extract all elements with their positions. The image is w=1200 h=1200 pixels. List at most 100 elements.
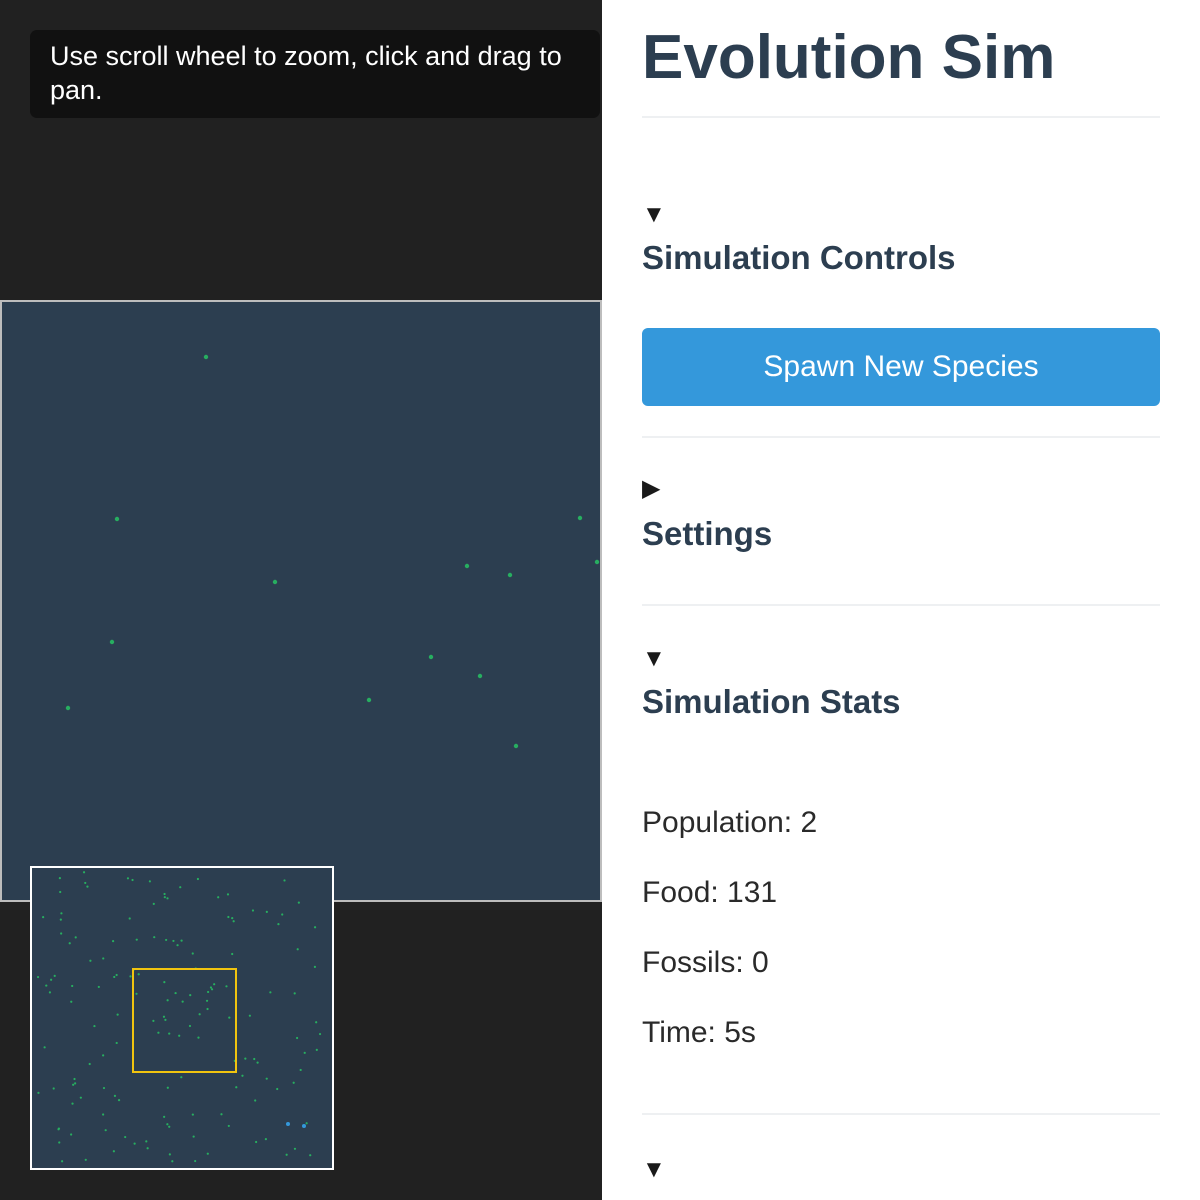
minimap-food-particle <box>163 1115 166 1118</box>
section-title-simulation-stats[interactable]: Simulation Stats <box>642 682 901 722</box>
minimap-food-particle <box>220 1113 223 1116</box>
minimap-food-particle <box>163 892 166 896</box>
minimap-food-particle <box>227 915 230 919</box>
minimap-food-particle <box>174 991 177 995</box>
minimap-food-particle <box>42 915 45 919</box>
minimap-food-particle <box>137 973 140 976</box>
minimap-food-particle <box>48 991 52 994</box>
minimap-food-particle <box>58 877 61 880</box>
minimap-food-particle <box>313 926 317 929</box>
minimap-food-particle <box>181 1000 184 1003</box>
minimap-food-particle <box>70 1133 73 1136</box>
minimap-food-particle <box>162 1015 166 1018</box>
section-title-simulation-controls[interactable]: Simulation Controls <box>642 238 956 278</box>
minimap-food-particle <box>59 918 62 921</box>
minimap-food-particle <box>164 1018 167 1021</box>
minimap-food-particle <box>58 1141 61 1144</box>
world-canvas[interactable] <box>0 300 602 902</box>
minimap-food-particle <box>244 1057 247 1060</box>
minimap-food-particle <box>152 902 155 905</box>
minimap-food-particle <box>73 1077 76 1081</box>
minimap-food-particle <box>61 1160 64 1163</box>
minimap-food-particle <box>74 1082 77 1085</box>
minimap[interactable] <box>30 866 334 1170</box>
collapse-triangle-icon[interactable]: ▼ <box>642 647 666 671</box>
minimap-food-particle <box>60 932 63 935</box>
minimap-food-particle <box>168 1032 171 1035</box>
minimap-food-particle <box>60 912 63 915</box>
food-particle <box>594 559 600 565</box>
minimap-food-particle <box>166 999 169 1002</box>
minimap-food-particle <box>126 877 130 880</box>
minimap-food-particle <box>209 986 213 989</box>
minimap-viewport[interactable] <box>132 968 237 1073</box>
minimap-food-particle <box>192 1135 195 1138</box>
minimap-food-particle <box>180 1076 183 1079</box>
food-particle <box>114 516 120 522</box>
minimap-food-particle <box>315 1048 318 1051</box>
minimap-food-particle <box>115 973 118 977</box>
minimap-food-particle <box>255 1140 258 1144</box>
food-particle <box>65 705 71 711</box>
food-particle <box>109 639 115 645</box>
minimap-food-particle <box>146 1147 149 1150</box>
minimap-food-particle <box>102 1054 105 1057</box>
minimap-food-particle <box>97 985 100 989</box>
minimap-food-particle <box>305 1122 308 1125</box>
minimap-food-particle <box>165 938 168 942</box>
minimap-food-particle <box>43 1046 46 1049</box>
minimap-food-particle <box>113 975 116 979</box>
section-divider <box>642 1113 1160 1115</box>
minimap-food-particle <box>276 1087 279 1091</box>
minimap-food-particle <box>79 1096 82 1099</box>
minimap-food-particle <box>168 1153 171 1156</box>
minimap-food-particle <box>196 877 200 881</box>
minimap-food-particle <box>117 1099 121 1102</box>
minimap-food-particle <box>232 920 235 923</box>
minimap-food-particle <box>292 1081 295 1084</box>
minimap-food-particle <box>113 1094 117 1097</box>
expand-triangle-icon[interactable]: ▶ <box>642 477 660 501</box>
minimap-food-particle <box>172 939 175 943</box>
minimap-food-particle <box>88 1062 91 1066</box>
collapse-triangle-icon[interactable]: ▼ <box>642 1158 666 1182</box>
section-title-settings[interactable]: Settings <box>642 514 772 554</box>
minimap-food-particle <box>217 896 220 899</box>
minimap-food-particle <box>52 1087 55 1090</box>
stat-food: Food: 131 <box>642 876 778 909</box>
minimap-food-particle <box>168 1125 171 1128</box>
minimap-food-particle <box>102 957 105 960</box>
minimap-food-particle <box>45 984 48 987</box>
minimap-food-particle <box>128 917 131 920</box>
food-particle <box>428 654 434 660</box>
food-particle <box>507 572 513 578</box>
minimap-food-particle <box>189 993 192 997</box>
minimap-food-particle <box>102 1086 106 1090</box>
minimap-food-particle <box>74 936 77 939</box>
minimap-food-particle <box>116 1013 119 1016</box>
minimap-food-particle <box>191 952 194 955</box>
minimap-food-particle <box>163 981 166 984</box>
food-particle <box>203 354 209 360</box>
minimap-food-particle <box>206 1152 209 1155</box>
minimap-food-particle <box>231 952 234 956</box>
spawn-new-species-button[interactable]: Spawn New Species <box>642 328 1160 406</box>
minimap-food-particle <box>265 910 268 914</box>
collapse-triangle-icon[interactable]: ▼ <box>642 203 666 227</box>
minimap-food-particle <box>197 1036 200 1039</box>
minimap-food-particle <box>37 1091 40 1094</box>
minimap-food-particle <box>124 1135 127 1139</box>
minimap-food-particle <box>226 893 230 896</box>
section-divider <box>642 604 1160 606</box>
minimap-food-particle <box>36 975 40 979</box>
minimap-food-particle <box>213 983 216 986</box>
minimap-food-particle <box>153 936 156 939</box>
minimap-food-particle <box>89 959 92 962</box>
minimap-food-particle <box>206 1007 209 1011</box>
minimap-creature <box>286 1122 290 1126</box>
minimap-food-particle <box>131 878 134 882</box>
minimap-food-particle <box>71 984 74 988</box>
simulation-area[interactable]: Use scroll wheel to zoom, click and drag… <box>0 0 602 1200</box>
minimap-food-particle <box>315 1021 318 1024</box>
minimap-food-particle <box>72 1083 75 1086</box>
